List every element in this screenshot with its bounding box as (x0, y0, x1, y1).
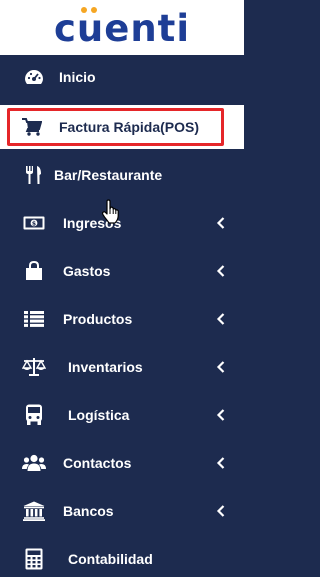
sidebar-item-inventarios[interactable]: Inventarios (0, 345, 244, 389)
logo-bar: c uenti (0, 0, 244, 55)
chevron-left-icon (216, 457, 225, 469)
chevron-left-icon (216, 409, 225, 421)
sidebar-item-label: Bar/Restaurante (54, 167, 163, 183)
sidebar-item-label: Inventarios (68, 359, 143, 375)
list-icon (22, 309, 46, 329)
chevron-left-icon (216, 217, 225, 229)
sidebar-item-bar-restaurante[interactable]: Bar/Restaurante (0, 153, 244, 197)
sidebar-item-label: Gastos (63, 263, 111, 279)
chevron-left-icon (216, 361, 225, 373)
dashboard-icon (22, 67, 46, 87)
sidebar-item-logistica[interactable]: Logística (0, 393, 244, 437)
chevron-left-icon (216, 313, 225, 325)
chevron-left-icon (216, 265, 225, 277)
sidebar-item-inicio[interactable]: Inicio (0, 55, 244, 99)
balance-scale-icon (22, 357, 46, 377)
sidebar-item-label: Inicio (59, 69, 96, 85)
bank-icon (22, 501, 46, 521)
bus-icon (22, 404, 46, 425)
shopping-bag-icon (22, 261, 46, 281)
users-icon (22, 453, 46, 473)
chevron-left-icon (216, 505, 225, 517)
sidebar-item-contabilidad[interactable]: Contabilidad (0, 537, 244, 577)
hand-pointer-cursor-icon (101, 199, 119, 224)
cart-icon (20, 117, 44, 137)
money-icon: $ (22, 213, 46, 233)
sidebar-item-label: Contactos (63, 455, 132, 471)
sidebar-item-label: Logística (68, 407, 130, 423)
sidebar-item-label: Contabilidad (68, 551, 153, 567)
utensils-icon (22, 165, 46, 185)
sidebar-item-label: Factura Rápida(POS) (59, 119, 200, 135)
svg-text:$: $ (32, 220, 36, 227)
sidebar-item-label: Productos (63, 311, 133, 327)
cuenti-logo[interactable]: c uenti (54, 7, 190, 47)
sidebar-item-contactos[interactable]: Contactos (0, 441, 244, 485)
sidebar-item-label: Bancos (63, 503, 114, 519)
sidebar-item-bancos[interactable]: Bancos (0, 489, 244, 533)
sidebar-item-productos[interactable]: Productos (0, 297, 244, 341)
sidebar-item-gastos[interactable]: Gastos (0, 249, 244, 293)
sidebar-nav: Inicio Factura Rápida(POS) Bar/Restauran… (0, 55, 244, 577)
calculator-icon (22, 548, 46, 570)
sidebar-item-factura-rapida[interactable]: Factura Rápida(POS) (0, 105, 244, 149)
